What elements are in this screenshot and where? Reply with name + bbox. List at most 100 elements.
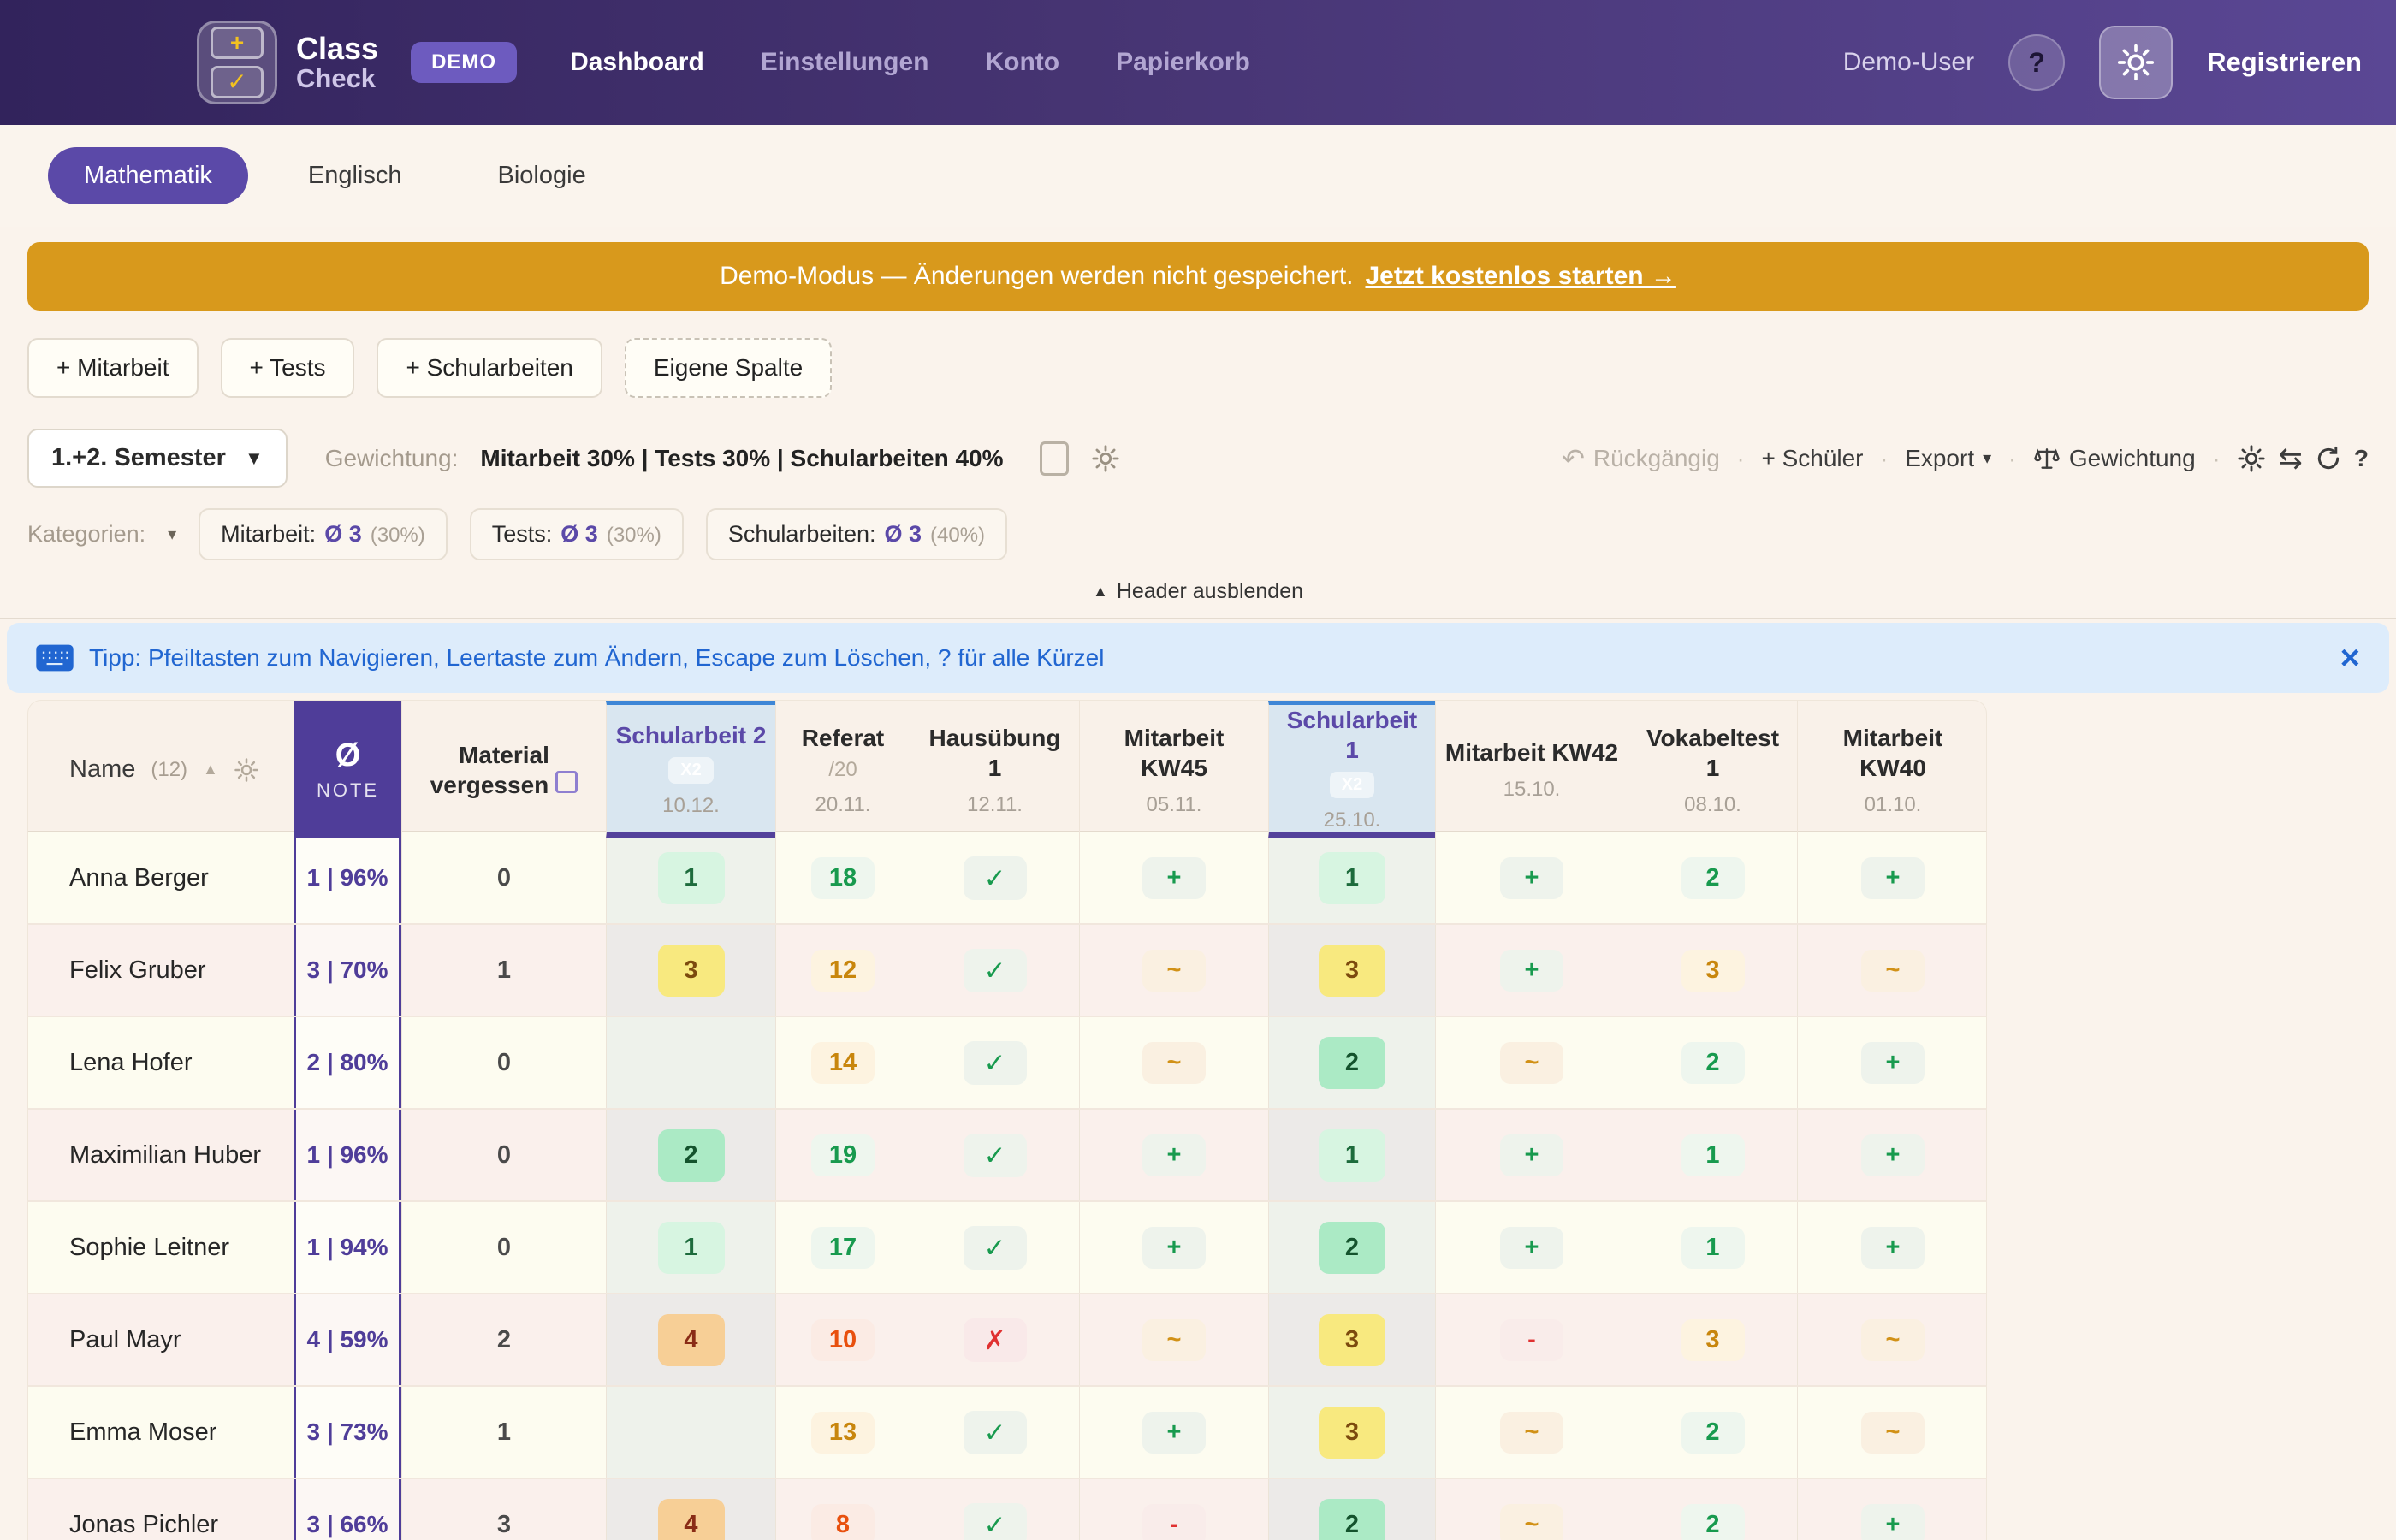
column-header[interactable]: Hausübung 112.11. bbox=[910, 701, 1079, 838]
category-pill-tests[interactable]: Tests: Ø 3 (30%) bbox=[470, 508, 684, 560]
grade-cell[interactable]: 0 bbox=[401, 832, 606, 923]
column-header[interactable]: Mitarbeit KW4215.10. bbox=[1435, 701, 1628, 838]
grade-cell[interactable]: + bbox=[1797, 1479, 1988, 1540]
grade-cell[interactable]: 2 bbox=[1268, 1017, 1435, 1108]
grade-cell[interactable]: + bbox=[1435, 1202, 1628, 1293]
column-header-name[interactable]: Name(12)▲ bbox=[28, 701, 294, 838]
swap-columns-icon[interactable]: ⇆ bbox=[2278, 444, 2303, 473]
nav-papierkorb[interactable]: Papierkorb bbox=[1116, 48, 1250, 77]
add-tests-button[interactable]: + Tests bbox=[221, 338, 355, 398]
grade-cell[interactable]: ~ bbox=[1797, 1387, 1988, 1478]
grade-cell[interactable]: ✓ bbox=[910, 1479, 1079, 1540]
grade-cell[interactable]: 3 bbox=[401, 1479, 606, 1540]
grade-cell[interactable]: ~ bbox=[1797, 1294, 1988, 1385]
grade-cell[interactable]: 3 bbox=[606, 925, 775, 1016]
grade-cell[interactable]: ✓ bbox=[910, 1202, 1079, 1293]
column-header[interactable]: Mitarbeit KW4001.10. bbox=[1797, 701, 1988, 838]
column-header[interactable]: Schularbeit 1X225.10. bbox=[1268, 701, 1435, 838]
help-button[interactable]: ? bbox=[2008, 34, 2065, 91]
grade-cell[interactable]: + bbox=[1435, 925, 1628, 1016]
grade-cell[interactable]: ~ bbox=[1079, 925, 1268, 1016]
grade-cell[interactable]: ~ bbox=[1797, 925, 1988, 1016]
add-mitarbeit-button[interactable]: + Mitarbeit bbox=[27, 338, 199, 398]
grade-cell[interactable]: + bbox=[1797, 1202, 1988, 1293]
tab-englisch[interactable]: Englisch bbox=[272, 147, 438, 204]
grade-cell[interactable]: ✗ bbox=[910, 1294, 1079, 1385]
column-header[interactable]: Referat /2020.11. bbox=[775, 701, 910, 838]
add-schularbeiten-button[interactable]: + Schularbeiten bbox=[377, 338, 602, 398]
grade-cell[interactable]: 0 bbox=[401, 1017, 606, 1108]
grade-cell[interactable]: ~ bbox=[1435, 1387, 1628, 1478]
student-name[interactable]: Emma Moser bbox=[28, 1387, 294, 1478]
grade-cell[interactable]: 2 bbox=[401, 1294, 606, 1385]
close-icon[interactable]: × bbox=[2340, 641, 2360, 675]
grade-cell[interactable]: 1 bbox=[401, 1387, 606, 1478]
add-student-button[interactable]: + Schüler bbox=[1761, 445, 1863, 472]
student-name[interactable]: Sophie Leitner bbox=[28, 1202, 294, 1293]
grade-cell[interactable]: 0 bbox=[401, 1110, 606, 1200]
grade-cell[interactable]: + bbox=[1435, 832, 1628, 923]
grade-cell[interactable]: + bbox=[1079, 1110, 1268, 1200]
grade-cell[interactable]: 1 bbox=[1628, 1110, 1797, 1200]
column-header[interactable]: Mitarbeit KW4505.11. bbox=[1079, 701, 1268, 838]
grade-cell[interactable]: - bbox=[1435, 1294, 1628, 1385]
grade-cell[interactable]: 2 bbox=[1268, 1479, 1435, 1540]
grade-cell[interactable]: ~ bbox=[1435, 1017, 1628, 1108]
grade-cell[interactable]: 12 bbox=[775, 925, 910, 1016]
grade-cell[interactable]: 1 bbox=[606, 832, 775, 923]
grade-cell[interactable]: ✓ bbox=[910, 925, 1079, 1016]
grade-cell[interactable]: ✓ bbox=[910, 1387, 1079, 1478]
grade-cell[interactable]: + bbox=[1797, 1017, 1988, 1108]
category-pill-schularbeiten[interactable]: Schularbeiten: Ø 3 (40%) bbox=[706, 508, 1007, 560]
help-shortcut-button[interactable]: ? bbox=[2354, 445, 2369, 472]
grade-cell[interactable]: 3 bbox=[1268, 1387, 1435, 1478]
tab-biologie[interactable]: Biologie bbox=[462, 147, 622, 204]
weighting-button[interactable]: Gewichtung bbox=[2033, 445, 2196, 472]
grade-cell[interactable]: + bbox=[1079, 1202, 1268, 1293]
student-name[interactable]: Paul Mayr bbox=[28, 1294, 294, 1385]
grade-cell[interactable]: 1 bbox=[1268, 832, 1435, 923]
grade-cell[interactable]: 10 bbox=[775, 1294, 910, 1385]
custom-column-button[interactable]: Eigene Spalte bbox=[625, 338, 832, 398]
tab-mathematik[interactable]: Mathematik bbox=[48, 147, 248, 204]
settings-gear-icon[interactable] bbox=[234, 757, 259, 783]
grade-cell[interactable]: 1 bbox=[401, 925, 606, 1016]
grade-cell[interactable]: ✓ bbox=[910, 832, 1079, 923]
weights-gear-icon[interactable] bbox=[1091, 444, 1120, 473]
category-pill-mitarbeit[interactable]: Mitarbeit: Ø 3 (30%) bbox=[199, 508, 448, 560]
student-name[interactable]: Lena Hofer bbox=[28, 1017, 294, 1108]
grade-cell[interactable]: 1 bbox=[606, 1202, 775, 1293]
grade-cell[interactable]: 8 bbox=[775, 1479, 910, 1540]
register-button[interactable]: Registrieren bbox=[2207, 47, 2362, 78]
grade-cell[interactable]: 4 bbox=[606, 1479, 775, 1540]
banner-cta-link[interactable]: Jetzt kostenlos starten → bbox=[1365, 262, 1675, 291]
student-name[interactable]: Anna Berger bbox=[28, 832, 294, 923]
settings-gear-icon[interactable] bbox=[2237, 444, 2266, 473]
semester-select[interactable]: 1.+2. Semester ▼ bbox=[27, 429, 288, 488]
grade-cell[interactable]: - bbox=[1079, 1479, 1268, 1540]
grade-cell[interactable]: + bbox=[1435, 1110, 1628, 1200]
hide-header-button[interactable]: ▲ Header ausblenden bbox=[0, 579, 2396, 604]
grade-cell[interactable]: 3 bbox=[1268, 925, 1435, 1016]
grade-cell[interactable]: 19 bbox=[775, 1110, 910, 1200]
grade-cell[interactable]: 2 bbox=[1628, 832, 1797, 923]
grade-cell[interactable]: ~ bbox=[1435, 1479, 1628, 1540]
column-header[interactable]: Schularbeit 2X210.12. bbox=[606, 701, 775, 838]
student-name[interactable]: Maximilian Huber bbox=[28, 1110, 294, 1200]
grade-cell[interactable]: 14 bbox=[775, 1017, 910, 1108]
grade-cell[interactable]: ~ bbox=[1079, 1294, 1268, 1385]
grade-cell[interactable]: 13 bbox=[775, 1387, 910, 1478]
grade-cell[interactable]: 18 bbox=[775, 832, 910, 923]
grade-cell[interactable]: + bbox=[1797, 1110, 1988, 1200]
undo-button[interactable]: ↶ Rückgängig bbox=[1562, 445, 1720, 472]
grade-cell[interactable]: 2 bbox=[1628, 1479, 1797, 1540]
checkbox-icon[interactable] bbox=[1040, 441, 1069, 476]
student-name[interactable]: Jonas Pichler bbox=[28, 1479, 294, 1540]
export-button[interactable]: Export ▾ bbox=[1905, 445, 1991, 472]
grade-cell[interactable]: 0 bbox=[401, 1202, 606, 1293]
column-header[interactable]: Vokabeltest 108.10. bbox=[1628, 701, 1797, 838]
grade-cell[interactable] bbox=[606, 1017, 775, 1108]
grade-cell[interactable]: 17 bbox=[775, 1202, 910, 1293]
grade-cell[interactable]: + bbox=[1079, 832, 1268, 923]
grade-cell[interactable]: 2 bbox=[1268, 1202, 1435, 1293]
